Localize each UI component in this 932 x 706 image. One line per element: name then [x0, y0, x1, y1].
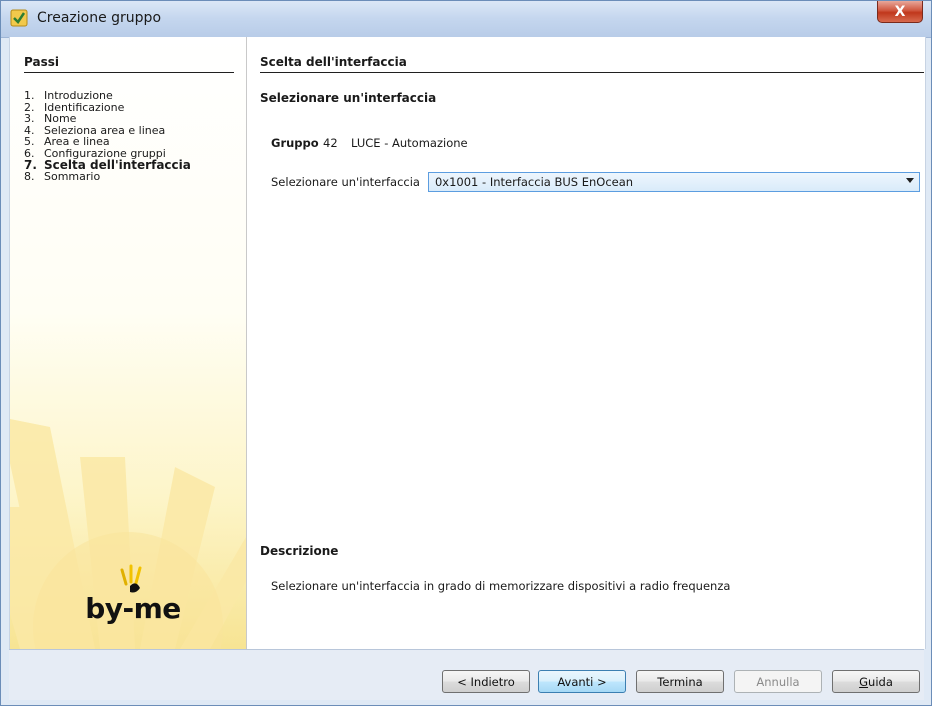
steps-title: Passi: [24, 55, 234, 73]
logo-text: by-me: [85, 592, 181, 625]
wizard-footer: < Indietro Avanti > Termina Annulla Guid…: [9, 649, 924, 700]
close-button[interactable]: X: [877, 1, 923, 23]
interface-select-row: Selezionare un'interfaccia 0x1001 - Inte…: [271, 172, 920, 192]
interface-select-value: 0x1001 - Interfaccia BUS EnOcean: [434, 175, 634, 189]
interface-select[interactable]: 0x1001 - Interfaccia BUS EnOcean: [427, 172, 920, 192]
group-label: Gruppo: [271, 136, 319, 150]
section-title: Scelta dell'interfaccia: [260, 55, 924, 73]
title-bar[interactable]: Creazione gruppo X: [1, 1, 931, 38]
help-button[interactable]: Guida: [832, 670, 920, 693]
cancel-button[interactable]: Annulla: [734, 670, 822, 693]
window-title: Creazione gruppo: [37, 10, 162, 26]
group-name: LUCE - Automazione: [351, 136, 468, 150]
description-text: Selezionare un'interfaccia in grado di m…: [271, 579, 731, 593]
step-item: 8. Sommario: [24, 170, 101, 184]
page-subtitle: Selezionare un'interfaccia: [260, 91, 437, 105]
by-me-logo: by-me: [78, 562, 188, 632]
steps-list: 1. Introduzione 2. Identificazione 3. Nome …: [24, 90, 191, 183]
description-title: Descrizione: [260, 544, 339, 558]
next-button[interactable]: Avanti >: [538, 670, 626, 693]
chevron-down-icon[interactable]: [905, 178, 914, 183]
app-icon: [10, 9, 28, 27]
wizard-client: Passi 1. Introduzione 2. Identificazione 3…: [9, 37, 926, 649]
group-number: 42: [323, 136, 338, 150]
steps-sidebar: Passi 1. Introduzione 2. Identificazione 3…: [10, 37, 247, 649]
back-button[interactable]: < Indietro: [442, 670, 530, 693]
group-info: Gruppo 42 LUCE - Automazione: [271, 136, 468, 150]
interface-select-label: Selezionare un'interfaccia: [271, 175, 420, 189]
main-content: Scelta dell'interfaccia Selezionare un'i…: [260, 37, 925, 649]
finish-button[interactable]: Termina: [636, 670, 724, 693]
close-icon: X: [894, 3, 906, 20]
wizard-window: Creazione gruppo X Passi 1.Introduzione: [0, 0, 932, 706]
